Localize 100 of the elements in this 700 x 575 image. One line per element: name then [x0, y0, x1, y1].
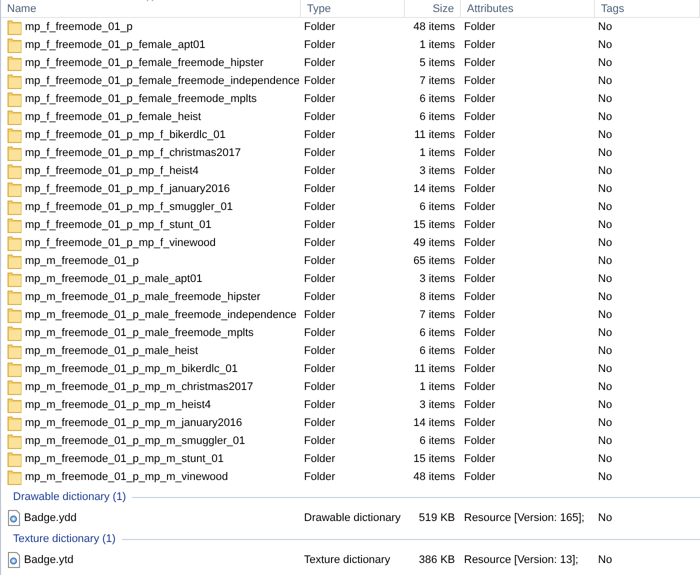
size-cell-text: 6 items [418, 201, 456, 213]
file-name[interactable]: mp_m_freemode_01_p_mp_m_bikerdlc_01 [25, 363, 238, 375]
attributes-cell-text: Folder [463, 57, 496, 69]
folder-icon [7, 145, 22, 161]
file-name[interactable]: mp_m_freemode_01_p_mp_m_christmas2017 [25, 381, 254, 393]
attributes-cell-text: Folder [463, 417, 496, 429]
type-cell-text: Folder [303, 201, 336, 213]
file-name[interactable]: mp_m_freemode_01_p_male_freemode_mplts [25, 327, 254, 339]
file-name[interactable]: mp_f_freemode_01_p_mp_f_vinewood [25, 237, 216, 249]
tags-cell-text: No [597, 57, 612, 69]
file-name[interactable]: mp_f_freemode_01_p_mp_f_bikerdlc_01 [25, 129, 226, 141]
tags-cell-text: No [597, 363, 612, 375]
folder-icon [7, 235, 22, 251]
tags-cell-text: No [597, 219, 612, 231]
file-name[interactable]: mp_m_freemode_01_p_male_apt01 [25, 273, 202, 285]
tags-cell-text: No [597, 129, 612, 141]
type-cell-text: Folder [303, 453, 336, 465]
type-cell-text: Folder [303, 309, 336, 321]
file-name[interactable]: Badge.ytd [24, 554, 74, 566]
type-cell-text: Folder [303, 237, 336, 249]
file-name[interactable]: mp_f_freemode_01_p_mp_f_january2016 [25, 183, 230, 195]
size-cell-text: 14 items [412, 183, 456, 195]
attributes-cell-text: Folder [463, 111, 496, 123]
folder-icon [7, 415, 22, 431]
group-heading[interactable]: Drawable dictionary (1) [13, 491, 126, 503]
attributes-cell-text: Folder [463, 471, 496, 483]
attributes-cell-text: Folder [463, 399, 496, 411]
size-cell-text: 48 items [412, 21, 456, 33]
file-name[interactable]: mp_m_freemode_01_p_male_freemode_independence [25, 309, 297, 321]
file-name[interactable]: mp_f_freemode_01_p_female_freemode_hipster [25, 57, 264, 69]
size-cell-text: 6 items [418, 345, 456, 357]
file-gear-icon [7, 510, 21, 526]
tags-cell-text: No [597, 471, 612, 483]
type-cell-text: Folder [303, 57, 336, 69]
size-cell-text: 6 items [418, 93, 456, 105]
attributes-cell-text: Folder [463, 381, 496, 393]
type-cell-text: Folder [303, 111, 336, 123]
file-name[interactable]: mp_f_freemode_01_p_female_apt01 [25, 39, 206, 51]
size-cell-text: 1 items [418, 381, 456, 393]
file-name[interactable]: mp_f_freemode_01_p_female_heist [25, 111, 202, 123]
file-name[interactable]: mp_f_freemode_01_p_mp_f_stunt_01 [25, 219, 212, 231]
folder-icon [7, 199, 22, 215]
file-name[interactable]: mp_f_freemode_01_p_mp_f_christmas2017 [25, 147, 241, 159]
type-cell-text: Folder [303, 327, 336, 339]
folder-icon [7, 361, 22, 377]
attributes-cell-text: Folder [463, 291, 496, 303]
folder-icon [7, 55, 22, 71]
tags-cell-text: No [597, 237, 612, 249]
size-cell-text: 65 items [412, 255, 456, 267]
attributes-cell-text: Folder [463, 453, 496, 465]
type-cell-text: Folder [303, 435, 336, 447]
file-name[interactable]: mp_f_freemode_01_p [25, 21, 133, 33]
type-cell-text: Drawable dictionary [303, 512, 401, 524]
type-cell-text: Folder [303, 291, 336, 303]
file-name[interactable]: mp_f_freemode_01_p_female_freemode_independence [25, 75, 300, 87]
folder-icon [7, 163, 22, 179]
file-name[interactable]: mp_m_freemode_01_p_mp_m_january2016 [25, 417, 242, 429]
folder-icon [7, 127, 22, 143]
group-heading[interactable]: Texture dictionary (1) [13, 533, 116, 545]
folder-icon [7, 109, 22, 125]
type-cell-text: Folder [303, 183, 336, 195]
tags-cell-text: No [597, 165, 612, 177]
attributes-cell-text: Folder [463, 345, 496, 357]
file-name[interactable]: mp_m_freemode_01_p_mp_m_stunt_01 [25, 453, 224, 465]
attributes-cell-text: Folder [463, 219, 496, 231]
size-cell-text: 6 items [418, 327, 456, 339]
attributes-cell-text: Folder [463, 309, 496, 321]
type-cell-text: Folder [303, 345, 336, 357]
file-name[interactable]: mp_m_freemode_01_p_male_heist [25, 345, 198, 357]
file-name[interactable]: mp_m_freemode_01_p_mp_m_smuggler_01 [25, 435, 246, 447]
folder-icon [7, 451, 22, 467]
file-name[interactable]: mp_m_freemode_01_p_mp_m_heist4 [25, 399, 211, 411]
file-name[interactable]: mp_f_freemode_01_p_mp_f_smuggler_01 [25, 201, 233, 213]
type-cell-text: Folder [303, 255, 336, 267]
type-cell-text: Folder [303, 21, 336, 33]
attributes-cell-text: Folder [463, 129, 496, 141]
size-cell-text: 11 items [413, 129, 456, 141]
folder-icon [7, 379, 22, 395]
size-cell-text: 48 items [412, 471, 456, 483]
attributes-cell-text: Folder [463, 255, 496, 267]
folder-icon [7, 289, 22, 305]
file-name[interactable]: mp_m_freemode_01_p [25, 255, 139, 267]
folder-icon [7, 91, 22, 107]
attributes-cell-text: Folder [463, 165, 496, 177]
attributes-cell-text: Folder [463, 273, 496, 285]
file-name[interactable]: Badge.ydd [24, 512, 77, 524]
size-cell-text: 8 items [418, 291, 456, 303]
attributes-cell-text: Folder [463, 39, 496, 51]
type-cell-text: Folder [303, 93, 336, 105]
size-cell-text: 49 items [412, 237, 456, 249]
file-name[interactable]: mp_m_freemode_01_p_male_freemode_hipster [25, 291, 260, 303]
folder-icon [7, 73, 22, 89]
tags-cell-text: No [597, 255, 612, 267]
file-gear-icon [7, 552, 21, 568]
folder-icon [7, 433, 22, 449]
file-name[interactable]: mp_f_freemode_01_p_mp_f_heist4 [25, 165, 199, 177]
type-cell-text: Folder [303, 363, 336, 375]
folder-icon [7, 271, 22, 287]
file-name[interactable]: mp_m_freemode_01_p_mp_m_vinewood [25, 471, 228, 483]
file-name[interactable]: mp_f_freemode_01_p_female_freemode_mplts [25, 93, 257, 105]
